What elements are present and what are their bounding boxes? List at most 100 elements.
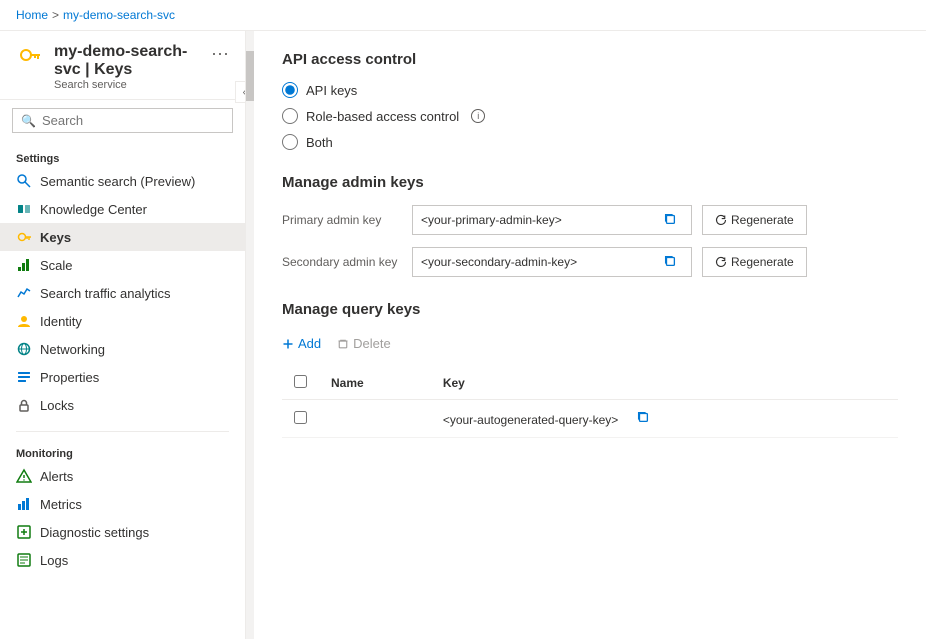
main-content: API access control API keys Role-based a… <box>254 31 926 639</box>
query-keys-section: Manage query keys Add Delete <box>282 301 898 438</box>
nav-settings-title: Settings <box>0 149 245 167</box>
breadcrumb-separator: > <box>52 8 59 22</box>
search-input[interactable] <box>42 113 224 128</box>
nav-divider <box>16 431 229 432</box>
table-row-checkbox[interactable] <box>294 411 307 424</box>
sidebar-item-label: Identity <box>40 314 82 329</box>
sidebar-item-identity[interactable]: Identity <box>0 307 245 335</box>
sidebar-item-properties[interactable]: Properties <box>0 363 245 391</box>
collapse-sidebar-button[interactable]: ‹‹ <box>235 81 246 103</box>
table-row-checkbox-cell <box>282 400 319 438</box>
table-row-key: <your-autogenerated-query-key> <box>431 400 898 438</box>
search-icon: 🔍 <box>21 114 36 128</box>
add-query-key-button[interactable]: Add <box>282 332 321 355</box>
rbac-info-icon[interactable]: i <box>471 109 485 123</box>
sidebar-item-label: Networking <box>40 342 105 357</box>
admin-keys-section: Manage admin keys Primary admin key <you… <box>282 174 898 277</box>
primary-key-copy-button[interactable] <box>657 210 683 231</box>
sidebar-item-keys[interactable]: Keys <box>0 223 245 251</box>
secondary-key-regenerate-button[interactable]: Regenerate <box>702 247 807 277</box>
radio-api-keys-label[interactable]: API keys <box>306 83 357 98</box>
secondary-regenerate-label: Regenerate <box>731 255 794 269</box>
add-label: Add <box>298 336 321 351</box>
primary-key-regenerate-button[interactable]: Regenerate <box>702 205 807 235</box>
keys-icon <box>16 229 32 245</box>
sidebar-item-semantic-search[interactable]: Semantic search (Preview) <box>0 167 245 195</box>
sidebar-scrollbar[interactable] <box>246 31 254 639</box>
breadcrumb: Home > my-demo-search-svc <box>0 0 926 31</box>
query-key-value: <your-autogenerated-query-key> <box>443 413 618 427</box>
primary-key-label: Primary admin key <box>282 213 402 227</box>
table-row-name <box>319 400 431 438</box>
query-key-copy-button[interactable] <box>630 408 656 429</box>
primary-regenerate-label: Regenerate <box>731 213 794 227</box>
sidebar: my-demo-search-svc | Keys Search service… <box>0 31 246 639</box>
radio-rbac-input[interactable] <box>282 108 298 124</box>
sidebar-item-scale[interactable]: Scale <box>0 251 245 279</box>
radio-api-keys-input[interactable] <box>282 82 298 98</box>
knowledge-center-icon <box>16 201 32 217</box>
radio-rbac-label[interactable]: Role-based access control <box>306 109 459 124</box>
table-header-row: Name Key <box>282 367 898 400</box>
search-box: 🔍 <box>12 108 233 133</box>
sidebar-item-label: Alerts <box>40 469 73 484</box>
sidebar-item-search-traffic[interactable]: Search traffic analytics <box>0 279 245 307</box>
resource-header: my-demo-search-svc | Keys Search service… <box>0 31 245 100</box>
sidebar-item-alerts[interactable]: Alerts <box>0 462 245 490</box>
search-traffic-icon <box>16 285 32 301</box>
resource-menu-button[interactable]: ··· <box>211 43 229 64</box>
sidebar-item-label: Logs <box>40 553 68 568</box>
table-row: <your-autogenerated-query-key> <box>282 400 898 438</box>
table-header-key: Key <box>431 367 898 400</box>
secondary-key-row: Secondary admin key <your-secondary-admi… <box>282 247 898 277</box>
sidebar-item-logs[interactable]: Logs <box>0 546 245 574</box>
radio-both-label[interactable]: Both <box>306 135 333 150</box>
diagnostic-icon <box>16 524 32 540</box>
sidebar-item-metrics[interactable]: Metrics <box>0 490 245 518</box>
primary-key-row: Primary admin key <your-primary-admin-ke… <box>282 205 898 235</box>
table-header-checkbox-col <box>282 367 319 400</box>
table-select-all-checkbox[interactable] <box>294 375 307 388</box>
sidebar-item-diagnostic[interactable]: Diagnostic settings <box>0 518 245 546</box>
nav-settings-section: Settings Semantic search (Preview) Knowl… <box>0 141 245 427</box>
identity-icon <box>16 313 32 329</box>
nav-monitoring-title: Monitoring <box>0 444 245 462</box>
breadcrumb-home[interactable]: Home <box>16 8 48 22</box>
secondary-key-value: <your-secondary-admin-key> <box>421 255 657 269</box>
resource-subtitle: Search service <box>54 79 201 91</box>
delete-label: Delete <box>353 336 391 351</box>
table-header-name: Name <box>319 367 431 400</box>
radio-rbac: Role-based access control i <box>282 108 898 124</box>
alerts-icon <box>16 468 32 484</box>
secondary-key-input: <your-secondary-admin-key> <box>412 247 692 277</box>
networking-icon <box>16 341 32 357</box>
breadcrumb-current[interactable]: my-demo-search-svc <box>63 8 175 22</box>
delete-query-key-button[interactable]: Delete <box>337 332 391 355</box>
sidebar-item-label: Diagnostic settings <box>40 525 149 540</box>
sidebar-scrollbar-thumb[interactable] <box>246 51 254 101</box>
sidebar-item-label: Scale <box>40 258 73 273</box>
logs-icon <box>16 552 32 568</box>
sidebar-item-knowledge-center[interactable]: Knowledge Center <box>0 195 245 223</box>
query-keys-title: Manage query keys <box>282 301 898 318</box>
primary-key-input: <your-primary-admin-key> <box>412 205 692 235</box>
sidebar-item-label: Semantic search (Preview) <box>40 174 195 189</box>
locks-icon <box>16 397 32 413</box>
sidebar-item-label: Locks <box>40 398 74 413</box>
sidebar-item-label: Metrics <box>40 497 82 512</box>
metrics-icon <box>16 496 32 512</box>
nav-monitoring-section: Monitoring Alerts Metrics Diagnostic set… <box>0 436 245 582</box>
properties-icon <box>16 369 32 385</box>
primary-key-value: <your-primary-admin-key> <box>421 213 657 227</box>
secondary-key-copy-button[interactable] <box>657 252 683 273</box>
resource-icon <box>16 43 44 71</box>
sidebar-item-label: Search traffic analytics <box>40 286 171 301</box>
radio-both-input[interactable] <box>282 134 298 150</box>
api-access-radio-group: API keys Role-based access control i Bot… <box>282 82 898 150</box>
sidebar-item-networking[interactable]: Networking <box>0 335 245 363</box>
scale-icon <box>16 257 32 273</box>
sidebar-item-label: Knowledge Center <box>40 202 147 217</box>
api-access-title: API access control <box>282 51 898 68</box>
sidebar-item-locks[interactable]: Locks <box>0 391 245 419</box>
semantic-search-icon <box>16 173 32 189</box>
